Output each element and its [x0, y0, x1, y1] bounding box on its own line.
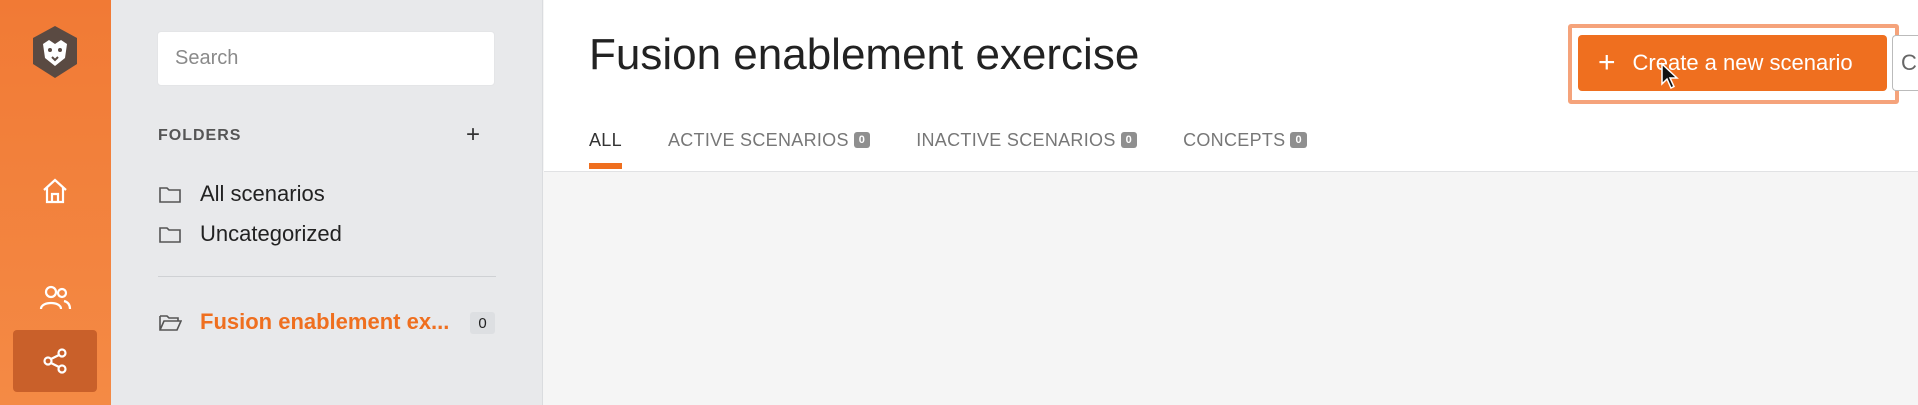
folder-label: All scenarios: [200, 181, 325, 206]
tab-label: ALL: [589, 129, 622, 150]
secondary-button[interactable]: C: [1892, 35, 1918, 91]
share-icon: [43, 348, 67, 374]
page-title: Fusion enablement exercise: [589, 30, 1140, 79]
folder-count-badge: 0: [470, 312, 495, 334]
users-icon: [39, 285, 72, 310]
tab-active-scenarios[interactable]: ACTIVE SCENARIOS 0: [667, 126, 871, 154]
tab-count-badge: 0: [1120, 132, 1138, 148]
folder-item-all-scenarios[interactable]: All scenarios: [158, 181, 325, 207]
folder-open-icon: [159, 315, 182, 331]
folder-label: Fusion enablement ex...: [200, 309, 450, 334]
main-header: Fusion enablement exercise ALL ACTIVE SC…: [544, 0, 1918, 172]
folder-icon: [159, 227, 181, 243]
folder-item-uncategorized[interactable]: Uncategorized: [158, 221, 342, 247]
tab-all[interactable]: ALL: [589, 126, 622, 169]
plus-icon: +: [1598, 46, 1616, 79]
users-button[interactable]: [13, 267, 97, 329]
add-folder-button[interactable]: +: [466, 121, 480, 149]
tab-count-badge: 0: [853, 132, 871, 148]
home-button[interactable]: [13, 160, 97, 222]
tab-label: ACTIVE SCENARIOS: [667, 129, 849, 150]
folder-label: Uncategorized: [200, 221, 342, 246]
tab-bar: ALL ACTIVE SCENARIOS 0 INACTIVE SCENARIO…: [589, 126, 1353, 169]
cursor-icon: [1660, 62, 1680, 95]
nav-rail: [0, 0, 111, 405]
tab-concepts[interactable]: CONCEPTS 0: [1183, 126, 1307, 154]
folder-item-current[interactable]: Fusion enablement ex...: [158, 309, 449, 335]
main-content: Fusion enablement exercise ALL ACTIVE SC…: [544, 0, 1918, 405]
secondary-button-label: C: [1901, 50, 1917, 75]
search-input[interactable]: [157, 31, 495, 86]
folders-heading: FOLDERS: [158, 127, 242, 144]
share-button[interactable]: [13, 330, 97, 392]
tab-count-badge: 0: [1290, 132, 1307, 148]
home-icon: [43, 178, 67, 204]
folder-icon: [159, 187, 181, 203]
lion-logo-icon[interactable]: [29, 24, 81, 80]
tab-label: INACTIVE SCENARIOS: [916, 129, 1116, 150]
folder-sidebar: FOLDERS + All scenarios Uncategorized Fu…: [111, 0, 543, 405]
divider: [158, 276, 496, 277]
create-scenario-button[interactable]: + Create a new scenario: [1578, 35, 1887, 91]
tab-label: CONCEPTS: [1183, 129, 1286, 150]
tab-inactive-scenarios[interactable]: INACTIVE SCENARIOS 0: [916, 126, 1138, 154]
